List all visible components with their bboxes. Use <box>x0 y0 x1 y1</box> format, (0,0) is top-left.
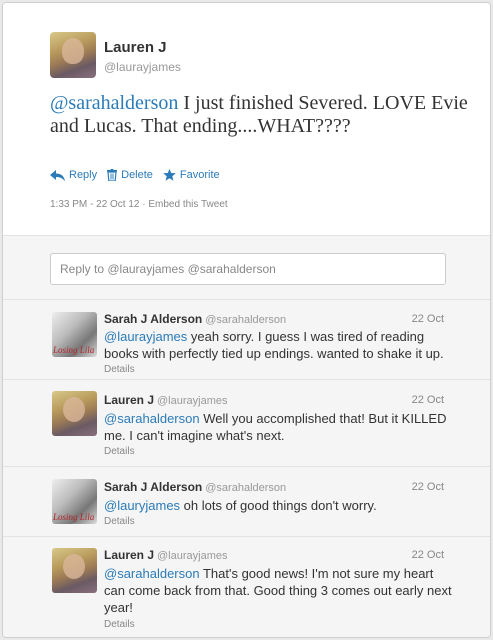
reply-text: @sarahalderson Well you accomplished tha… <box>104 410 454 444</box>
reply-date[interactable]: 22 Oct <box>412 481 444 493</box>
details-link[interactable]: Details <box>104 446 135 457</box>
reply-date[interactable]: 22 Oct <box>412 313 444 325</box>
avatar[interactable] <box>50 32 96 78</box>
reply-author-handle: @laurayjames <box>157 395 228 407</box>
reply-author-name: Lauren J <box>104 548 155 562</box>
author-name[interactable]: Lauren J <box>104 39 167 56</box>
details-link[interactable]: Details <box>104 364 135 375</box>
tweet-card: Lauren J @laurayjames @sarahalderson I j… <box>2 2 491 638</box>
reply-input[interactable]: Reply to @laurayjames @sarahalderson <box>50 253 446 285</box>
reply-text: @sarahalderson That's good news! I'm not… <box>104 565 454 616</box>
reply-author-name: Sarah J Alderson <box>104 312 203 326</box>
details-link[interactable]: Details <box>104 516 135 527</box>
main-tweet: Lauren J @laurayjames @sarahalderson I j… <box>3 3 490 235</box>
details-link[interactable]: Details <box>104 619 135 630</box>
list-item: Lauren J @laurayjames 22 Oct @sarahalders… <box>3 379 490 466</box>
reply-mention-link[interactable]: @lauryjames <box>104 498 180 513</box>
reply-author-handle: @laurayjames <box>157 550 228 562</box>
reply-text: @lauryjames oh lots of good things don't… <box>104 497 454 514</box>
reply-author[interactable]: Lauren J @laurayjames <box>104 393 227 407</box>
avatar-caption: Losing Lila <box>53 512 95 522</box>
reply-mention-link[interactable]: @sarahalderson <box>104 411 200 426</box>
tweet-meta[interactable]: 1:33 PM - 22 Oct 12 · Embed this Tweet <box>50 199 228 210</box>
delete-label: Delete <box>121 169 153 181</box>
favorite-label: Favorite <box>179 169 220 181</box>
author-handle[interactable]: @laurayjames <box>104 60 181 74</box>
tweet-text: @sarahalderson I just finished Severed. … <box>50 92 470 138</box>
list-item: Losing Lila Sarah J Alderson @sarahalders… <box>3 466 490 536</box>
avatar-caption: Losing Lila <box>53 345 95 355</box>
reply-mention-link[interactable]: @sarahalderson <box>104 566 200 581</box>
reply-author[interactable]: Lauren J @laurayjames <box>104 548 227 562</box>
reply-author[interactable]: Sarah J Alderson @sarahalderson <box>104 312 286 326</box>
list-item: Lauren J @laurayjames 22 Oct @sarahalders… <box>3 536 490 637</box>
delete-button[interactable]: Delete <box>107 169 153 181</box>
reply-author-name: Lauren J <box>104 393 155 407</box>
reply-body: oh lots of good things don't worry. <box>180 498 377 513</box>
replies-panel: Reply to @laurayjames @sarahalderson Los… <box>3 235 490 637</box>
reply-text: @laurayjames yeah sorry. I guess I was t… <box>104 328 454 362</box>
tweet-actions: Reply Delete Favorite <box>50 169 220 181</box>
avatar[interactable] <box>52 391 97 436</box>
reply-button[interactable]: Reply <box>50 169 97 181</box>
reply-author-handle: @sarahalderson <box>205 314 287 326</box>
reply-mention-link[interactable]: @laurayjames <box>104 329 187 344</box>
reply-author-name: Sarah J Alderson <box>104 480 203 494</box>
reply-date[interactable]: 22 Oct <box>412 394 444 406</box>
star-icon <box>163 169 176 181</box>
list-item: Losing Lila Sarah J Alderson @sarahalders… <box>3 299 490 379</box>
reply-date[interactable]: 22 Oct <box>412 549 444 561</box>
avatar[interactable] <box>52 548 97 593</box>
trash-icon <box>107 169 118 181</box>
reply-author[interactable]: Sarah J Alderson @sarahalderson <box>104 480 286 494</box>
favorite-button[interactable]: Favorite <box>163 169 220 181</box>
avatar[interactable]: Losing Lila <box>52 479 97 524</box>
reply-arrow-icon <box>50 169 65 181</box>
reply-label: Reply <box>69 169 98 181</box>
reply-author-handle: @sarahalderson <box>205 482 287 494</box>
tweet-mention-link[interactable]: @sarahalderson <box>50 92 178 114</box>
avatar[interactable]: Losing Lila <box>52 312 97 357</box>
